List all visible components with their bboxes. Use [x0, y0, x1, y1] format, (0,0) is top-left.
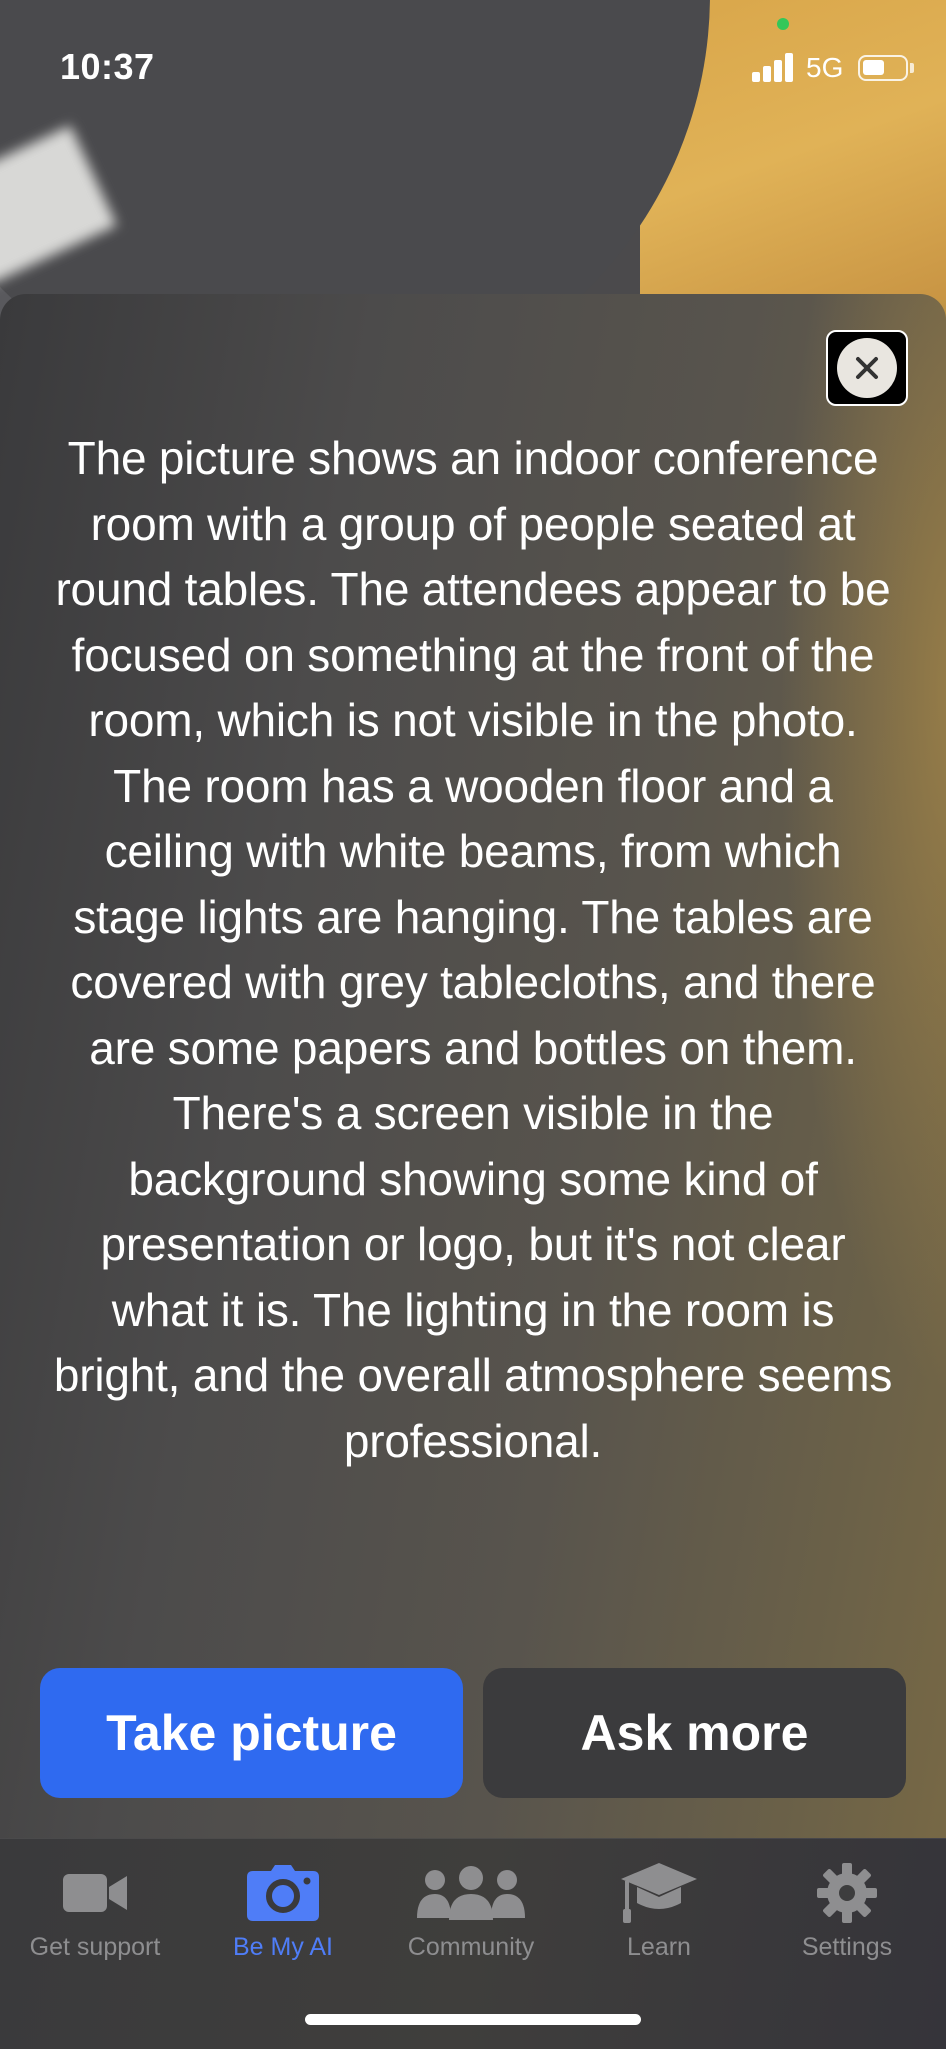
camera-in-use-indicator [777, 18, 789, 30]
gear-icon [752, 1859, 942, 1927]
home-indicator [305, 2014, 641, 2025]
tab-settings[interactable]: Settings [752, 1859, 942, 1979]
take-picture-button[interactable]: Take picture [40, 1668, 463, 1798]
tab-label: Community [407, 1933, 535, 1961]
battery-icon [858, 55, 914, 81]
camera-icon [188, 1859, 378, 1927]
image-description: The picture shows an indoor conference r… [53, 432, 893, 1467]
tab-learn[interactable]: Learn [564, 1859, 754, 1979]
status-time: 10:37 [60, 46, 155, 87]
tab-label: Be My AI [232, 1933, 334, 1961]
network-type: 5G [806, 52, 844, 83]
battery-level [863, 60, 884, 75]
close-icon [837, 338, 897, 398]
tab-be-my-ai[interactable]: Be My AI [188, 1859, 378, 1979]
tab-community[interactable]: Community [376, 1859, 566, 1979]
ask-more-button[interactable]: Ask more [483, 1668, 906, 1798]
status-bar: 10:37 5G [0, 0, 946, 140]
ai-result-sheet: The picture shows an indoor conference r… [0, 294, 946, 2048]
tab-label: Settings [801, 1933, 893, 1961]
close-button[interactable] [826, 330, 908, 406]
people-icon [376, 1859, 566, 1927]
graduation-cap-icon [564, 1859, 754, 1927]
video-camera-icon [0, 1859, 190, 1927]
cellular-signal-icon [752, 52, 796, 82]
tab-get-support[interactable]: Get support [0, 1859, 190, 1979]
tab-label: Get support [29, 1933, 161, 1961]
tab-label: Learn [627, 1933, 691, 1961]
